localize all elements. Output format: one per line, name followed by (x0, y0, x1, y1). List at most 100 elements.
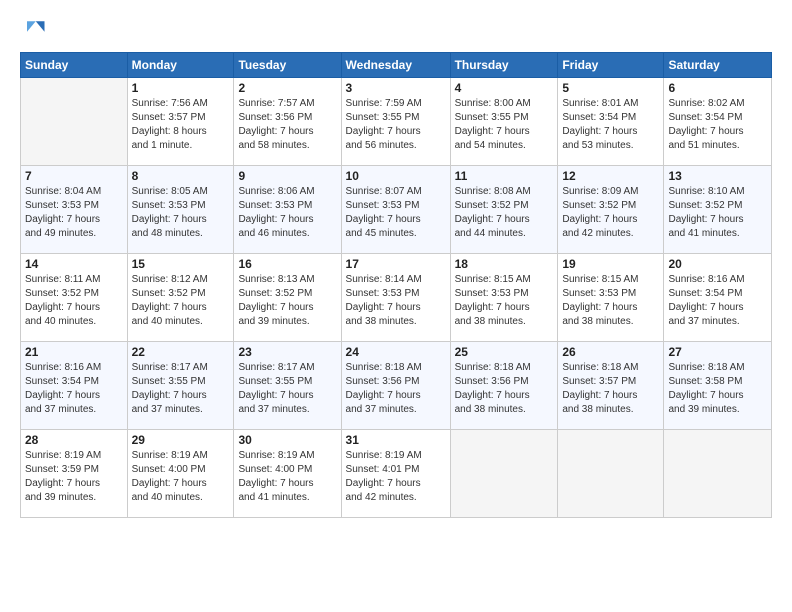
day-info: Sunrise: 8:18 AM Sunset: 3:56 PM Dayligh… (346, 361, 446, 417)
day-number: 4 (455, 81, 554, 95)
day-info: Sunrise: 7:56 AM Sunset: 3:57 PM Dayligh… (132, 97, 230, 153)
calendar-cell: 31Sunrise: 8:19 AM Sunset: 4:01 PM Dayli… (341, 430, 450, 518)
day-info: Sunrise: 8:19 AM Sunset: 4:00 PM Dayligh… (238, 449, 336, 505)
day-number: 9 (238, 169, 336, 183)
calendar-cell: 5 Sunrise: 8:01 AM Sunset: 3:54 PM Daylig… (558, 78, 664, 166)
day-number: 7 (25, 169, 123, 183)
day-info: Sunrise: 8:04 AM Sunset: 3:53 PM Dayligh… (25, 185, 123, 241)
day-number: 21 (25, 345, 123, 359)
calendar-cell: 1 Sunrise: 7:56 AM Sunset: 3:57 PM Daylig… (127, 78, 234, 166)
day-number: 19 (562, 257, 659, 271)
calendar-cell: 27 Sunrise: 8:18 AM Sunset: 3:58 PM Dayli… (664, 342, 772, 430)
calendar-header-saturday: Saturday (664, 53, 772, 78)
calendar-cell: 3 Sunrise: 7:59 AM Sunset: 3:55 PM Daylig… (341, 78, 450, 166)
calendar-cell: 12 Sunrise: 8:09 AM Sunset: 3:52 PM Dayli… (558, 166, 664, 254)
calendar-cell: 7 Sunrise: 8:04 AM Sunset: 3:53 PM Daylig… (21, 166, 128, 254)
day-number: 24 (346, 345, 446, 359)
calendar-header-friday: Friday (558, 53, 664, 78)
calendar-header-thursday: Thursday (450, 53, 558, 78)
day-info: Sunrise: 8:16 AM Sunset: 3:54 PM Dayligh… (25, 361, 123, 417)
day-info: Sunrise: 8:17 AM Sunset: 3:55 PM Dayligh… (132, 361, 230, 417)
calendar-cell: 23 Sunrise: 8:17 AM Sunset: 3:55 PM Dayli… (234, 342, 341, 430)
day-info: Sunrise: 8:06 AM Sunset: 3:53 PM Dayligh… (238, 185, 336, 241)
day-number: 23 (238, 345, 336, 359)
calendar-header-wednesday: Wednesday (341, 53, 450, 78)
day-info: Sunrise: 7:59 AM Sunset: 3:55 PM Dayligh… (346, 97, 446, 153)
calendar-header-tuesday: Tuesday (234, 53, 341, 78)
week-row-3: 14 Sunrise: 8:11 AM Sunset: 3:52 PM Dayli… (21, 254, 772, 342)
calendar-cell: 6Sunrise: 8:02 AM Sunset: 3:54 PM Daylig… (664, 78, 772, 166)
calendar-cell (558, 430, 664, 518)
day-number: 17 (346, 257, 446, 271)
calendar-cell: 26 Sunrise: 8:18 AM Sunset: 3:57 PM Dayli… (558, 342, 664, 430)
calendar-cell: 16Sunrise: 8:13 AM Sunset: 3:52 PM Dayli… (234, 254, 341, 342)
day-number: 27 (668, 345, 767, 359)
calendar-cell (450, 430, 558, 518)
day-number: 11 (455, 169, 554, 183)
calendar-cell: 20 Sunrise: 8:16 AM Sunset: 3:54 PM Dayli… (664, 254, 772, 342)
calendar-cell: 17 Sunrise: 8:14 AM Sunset: 3:53 PM Dayli… (341, 254, 450, 342)
day-info: Sunrise: 8:16 AM Sunset: 3:54 PM Dayligh… (668, 273, 767, 329)
day-info: Sunrise: 8:11 AM Sunset: 3:52 PM Dayligh… (25, 273, 123, 329)
calendar-cell: 25 Sunrise: 8:18 AM Sunset: 3:56 PM Dayli… (450, 342, 558, 430)
calendar-cell: 9 Sunrise: 8:06 AM Sunset: 3:53 PM Daylig… (234, 166, 341, 254)
day-info: Sunrise: 8:10 AM Sunset: 3:52 PM Dayligh… (668, 185, 767, 241)
day-info: Sunrise: 8:15 AM Sunset: 3:53 PM Dayligh… (455, 273, 554, 329)
calendar-cell: 28 Sunrise: 8:19 AM Sunset: 3:59 PM Dayli… (21, 430, 128, 518)
calendar-cell (21, 78, 128, 166)
calendar-cell: 14 Sunrise: 8:11 AM Sunset: 3:52 PM Dayli… (21, 254, 128, 342)
day-info: Sunrise: 8:19 AM Sunset: 4:00 PM Dayligh… (132, 449, 230, 505)
logo (20, 16, 52, 44)
calendar-cell: 4Sunrise: 8:00 AM Sunset: 3:55 PM Daylig… (450, 78, 558, 166)
calendar-header-sunday: Sunday (21, 53, 128, 78)
day-info: Sunrise: 8:14 AM Sunset: 3:53 PM Dayligh… (346, 273, 446, 329)
day-info: Sunrise: 8:18 AM Sunset: 3:58 PM Dayligh… (668, 361, 767, 417)
day-number: 3 (346, 81, 446, 95)
day-number: 12 (562, 169, 659, 183)
day-info: Sunrise: 8:09 AM Sunset: 3:52 PM Dayligh… (562, 185, 659, 241)
calendar-cell: 21 Sunrise: 8:16 AM Sunset: 3:54 PM Dayli… (21, 342, 128, 430)
day-info: Sunrise: 8:05 AM Sunset: 3:53 PM Dayligh… (132, 185, 230, 241)
week-row-4: 21 Sunrise: 8:16 AM Sunset: 3:54 PM Dayli… (21, 342, 772, 430)
week-row-5: 28 Sunrise: 8:19 AM Sunset: 3:59 PM Dayli… (21, 430, 772, 518)
week-row-2: 7 Sunrise: 8:04 AM Sunset: 3:53 PM Daylig… (21, 166, 772, 254)
calendar-cell (664, 430, 772, 518)
calendar-cell: 15 Sunrise: 8:12 AM Sunset: 3:52 PM Dayli… (127, 254, 234, 342)
day-info: Sunrise: 8:17 AM Sunset: 3:55 PM Dayligh… (238, 361, 336, 417)
day-number: 14 (25, 257, 123, 271)
day-number: 5 (562, 81, 659, 95)
day-number: 20 (668, 257, 767, 271)
calendar-cell: 11 Sunrise: 8:08 AM Sunset: 3:52 PM Dayli… (450, 166, 558, 254)
calendar-cell: 19 Sunrise: 8:15 AM Sunset: 3:53 PM Dayli… (558, 254, 664, 342)
week-row-1: 1 Sunrise: 7:56 AM Sunset: 3:57 PM Daylig… (21, 78, 772, 166)
calendar-header-row: SundayMondayTuesdayWednesdayThursdayFrid… (21, 53, 772, 78)
day-info: Sunrise: 8:07 AM Sunset: 3:53 PM Dayligh… (346, 185, 446, 241)
day-number: 28 (25, 433, 123, 447)
day-info: Sunrise: 8:18 AM Sunset: 3:56 PM Dayligh… (455, 361, 554, 417)
day-info: Sunrise: 8:18 AM Sunset: 3:57 PM Dayligh… (562, 361, 659, 417)
day-number: 6 (668, 81, 767, 95)
calendar-cell: 30Sunrise: 8:19 AM Sunset: 4:00 PM Dayli… (234, 430, 341, 518)
calendar-table: SundayMondayTuesdayWednesdayThursdayFrid… (20, 52, 772, 518)
calendar-cell: 10Sunrise: 8:07 AM Sunset: 3:53 PM Dayli… (341, 166, 450, 254)
day-info: Sunrise: 8:15 AM Sunset: 3:53 PM Dayligh… (562, 273, 659, 329)
day-number: 25 (455, 345, 554, 359)
day-number: 1 (132, 81, 230, 95)
calendar-cell: 2Sunrise: 7:57 AM Sunset: 3:56 PM Daylig… (234, 78, 341, 166)
day-number: 26 (562, 345, 659, 359)
day-number: 29 (132, 433, 230, 447)
day-number: 15 (132, 257, 230, 271)
logo-icon (20, 16, 48, 44)
day-number: 2 (238, 81, 336, 95)
calendar-cell: 24 Sunrise: 8:18 AM Sunset: 3:56 PM Dayli… (341, 342, 450, 430)
calendar-cell: 18Sunrise: 8:15 AM Sunset: 3:53 PM Dayli… (450, 254, 558, 342)
day-info: Sunrise: 8:12 AM Sunset: 3:52 PM Dayligh… (132, 273, 230, 329)
day-info: Sunrise: 8:13 AM Sunset: 3:52 PM Dayligh… (238, 273, 336, 329)
calendar-cell: 22 Sunrise: 8:17 AM Sunset: 3:55 PM Dayli… (127, 342, 234, 430)
day-info: Sunrise: 8:01 AM Sunset: 3:54 PM Dayligh… (562, 97, 659, 153)
calendar-cell: 13Sunrise: 8:10 AM Sunset: 3:52 PM Dayli… (664, 166, 772, 254)
day-info: Sunrise: 8:19 AM Sunset: 3:59 PM Dayligh… (25, 449, 123, 505)
day-number: 31 (346, 433, 446, 447)
day-number: 22 (132, 345, 230, 359)
day-info: Sunrise: 8:08 AM Sunset: 3:52 PM Dayligh… (455, 185, 554, 241)
